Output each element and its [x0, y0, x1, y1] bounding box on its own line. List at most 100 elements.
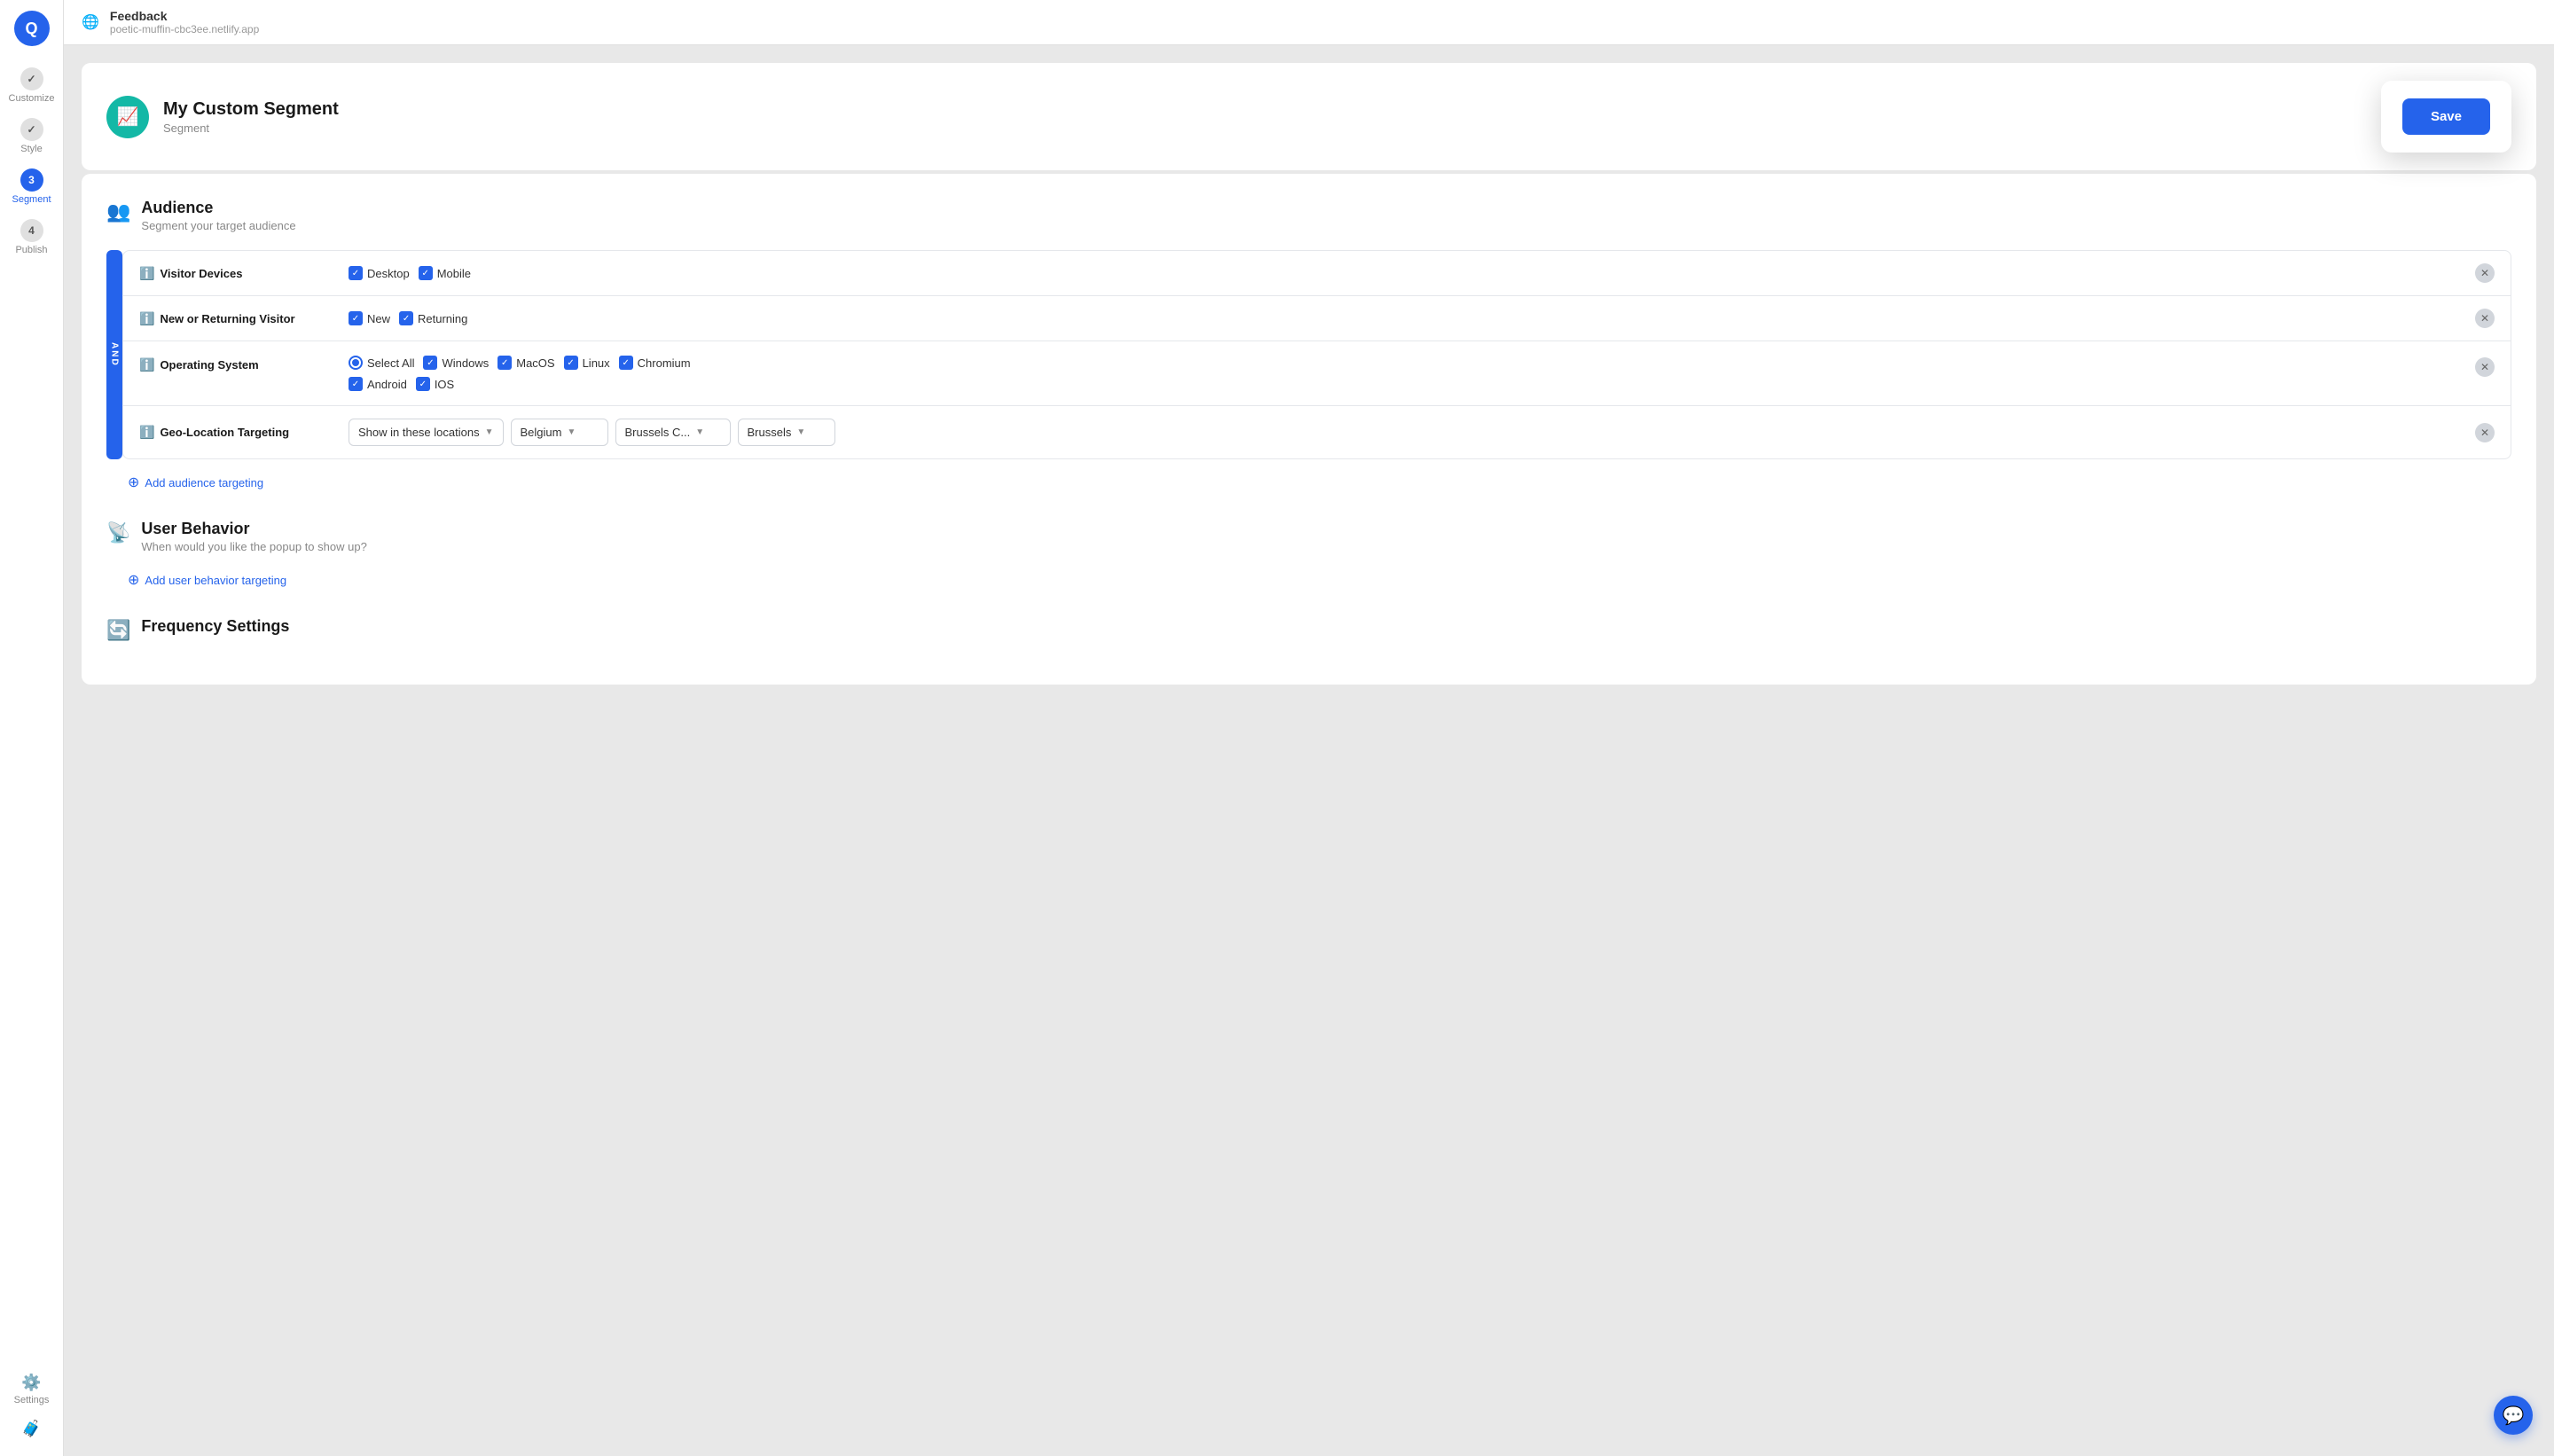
country-chevron: ▼: [567, 427, 576, 437]
add-audience-targeting[interactable]: ⊕ Add audience targeting: [128, 474, 2511, 491]
os-row: ℹ️ Operating System Select All ✓: [123, 341, 2511, 406]
linux-label: Linux: [583, 356, 610, 370]
geo-selector-text: Show in these locations: [358, 426, 480, 439]
segment-type: Segment: [163, 121, 339, 135]
behavior-title: User Behavior: [141, 520, 366, 538]
visitor-devices-options: ✓ Desktop ✓ Mobile: [349, 266, 2461, 280]
new-returning-options: ✓ New ✓ Returning: [349, 311, 2461, 325]
audience-container: AND ℹ️ Visitor Devices ✓ Desktop: [106, 250, 2511, 459]
chat-icon: 💬: [2503, 1405, 2525, 1427]
behavior-subtitle: When would you like the popup to show up…: [141, 540, 366, 553]
segment-name: My Custom Segment: [163, 99, 339, 120]
new-checkbox[interactable]: ✓ New: [349, 311, 390, 325]
segment-label: Segment: [12, 194, 51, 205]
geo-info-icon[interactable]: ℹ️: [139, 425, 154, 440]
desktop-checkbox[interactable]: ✓ Desktop: [349, 266, 410, 280]
sidebar-item-segment[interactable]: 3 Segment: [0, 161, 63, 212]
android-label: Android: [367, 378, 407, 391]
audience-subtitle: Segment your target audience: [141, 219, 295, 232]
select-all-label: Select All: [367, 356, 414, 370]
add-behavior-icon: ⊕: [128, 571, 139, 589]
add-audience-label: Add audience targeting: [145, 476, 263, 489]
geo-text: Geo-Location Targeting: [160, 426, 289, 439]
macos-label: MacOS: [516, 356, 554, 370]
chromium-checkbox[interactable]: ✓ Chromium: [619, 356, 691, 370]
linux-checkbox[interactable]: ✓ Linux: [564, 356, 610, 370]
publish-label: Publish: [15, 245, 47, 255]
gear-icon: ⚙️: [21, 1374, 41, 1392]
sidebar-item-suitcase[interactable]: 🧳: [14, 1413, 50, 1445]
visitor-devices-info-icon[interactable]: ℹ️: [139, 266, 154, 281]
os-remove[interactable]: ✕: [2475, 357, 2495, 377]
geo-options: Show in these locations ▼ Belgium ▼ Brus…: [349, 419, 2461, 446]
os-options-container: Select All ✓ Windows ✓ MacOS: [349, 356, 2461, 391]
country-dropdown[interactable]: Belgium ▼: [511, 419, 608, 446]
segment-step: 3: [20, 168, 43, 192]
sidebar-item-settings[interactable]: ⚙️ Settings: [14, 1366, 50, 1413]
city-chevron: ▼: [796, 427, 805, 437]
returning-checkbox[interactable]: ✓ Returning: [399, 311, 467, 325]
country-text: Belgium: [521, 426, 562, 439]
region-dropdown[interactable]: Brussels C... ▼: [615, 419, 731, 446]
header-card: 📈 My Custom Segment Segment Save: [82, 63, 2536, 170]
macos-checkbox[interactable]: ✓ MacOS: [497, 356, 554, 370]
header-left: 📈 My Custom Segment Segment: [106, 96, 339, 138]
chromium-label: Chromium: [638, 356, 691, 370]
frequency-title: Frequency Settings: [141, 617, 289, 636]
sidebar: Q ✓ Customize ✓ Style 3 Segment 4 Publis…: [0, 0, 64, 1456]
style-check: ✓: [20, 118, 43, 141]
android-check-icon: ✓: [349, 377, 363, 391]
page-wrapper: 🌐 Feedback poetic-muffin-cbc3ee.netlify.…: [64, 0, 2554, 1456]
top-bar-title: Feedback: [110, 9, 259, 23]
visitor-devices-text: Visitor Devices: [160, 267, 242, 280]
behavior-section-header: 📡 User Behavior When would you like the …: [106, 520, 2511, 553]
new-returning-info-icon[interactable]: ℹ️: [139, 311, 154, 326]
main-content: 📈 My Custom Segment Segment Save 👥 Audie…: [64, 45, 2554, 1456]
add-behavior-targeting[interactable]: ⊕ Add user behavior targeting: [128, 571, 2511, 589]
audience-section-header: 👥 Audience Segment your target audience: [106, 199, 2511, 232]
sidebar-item-style[interactable]: ✓ Style: [0, 111, 63, 161]
chat-button[interactable]: 💬: [2494, 1396, 2533, 1435]
customize-label: Customize: [9, 93, 55, 104]
rows-container: ℹ️ Visitor Devices ✓ Desktop ✓ Mobile: [122, 250, 2511, 459]
desktop-check-icon: ✓: [349, 266, 363, 280]
sidebar-item-customize[interactable]: ✓ Customize: [0, 60, 63, 111]
geo-remove[interactable]: ✕: [2475, 423, 2495, 442]
audience-text: Audience Segment your target audience: [141, 199, 295, 232]
suitcase-icon: 🧳: [21, 1420, 41, 1438]
behavior-icon: 📡: [106, 521, 130, 544]
desktop-label: Desktop: [367, 267, 410, 280]
and-bar: AND: [106, 250, 122, 459]
geo-selector-chevron: ▼: [485, 427, 494, 437]
sidebar-item-publish[interactable]: 4 Publish: [0, 212, 63, 262]
visitor-devices-remove[interactable]: ✕: [2475, 263, 2495, 283]
behavior-text: User Behavior When would you like the po…: [141, 520, 366, 553]
region-chevron: ▼: [695, 427, 704, 437]
content-card: 👥 Audience Segment your target audience …: [82, 174, 2536, 685]
mobile-checkbox[interactable]: ✓ Mobile: [419, 266, 471, 280]
region-text: Brussels C...: [625, 426, 691, 439]
os-label: ℹ️ Operating System: [139, 357, 334, 372]
logo-letter: Q: [25, 20, 37, 38]
mobile-check-icon: ✓: [419, 266, 433, 280]
app-logo[interactable]: Q: [14, 11, 50, 46]
frequency-icon: 🔄: [106, 619, 130, 642]
customize-check: ✓: [20, 67, 43, 90]
ios-checkbox[interactable]: ✓ IOS: [416, 377, 454, 391]
windows-checkbox[interactable]: ✓ Windows: [423, 356, 489, 370]
style-label: Style: [20, 144, 42, 154]
ios-label: IOS: [435, 378, 454, 391]
new-returning-text: New or Returning Visitor: [160, 312, 294, 325]
android-checkbox[interactable]: ✓ Android: [349, 377, 407, 391]
segment-icon: 📈: [106, 96, 149, 138]
os-options-row1: Select All ✓ Windows ✓ MacOS: [349, 356, 2461, 370]
publish-step: 4: [20, 219, 43, 242]
frequency-section: 🔄 Frequency Settings: [106, 617, 2511, 642]
audience-icon: 👥: [106, 200, 130, 223]
save-button[interactable]: Save: [2402, 98, 2490, 135]
geo-selector-dropdown[interactable]: Show in these locations ▼: [349, 419, 504, 446]
new-returning-remove[interactable]: ✕: [2475, 309, 2495, 328]
os-info-icon[interactable]: ℹ️: [139, 357, 154, 372]
select-all-radio[interactable]: Select All: [349, 356, 414, 370]
city-dropdown[interactable]: Brussels ▼: [738, 419, 835, 446]
